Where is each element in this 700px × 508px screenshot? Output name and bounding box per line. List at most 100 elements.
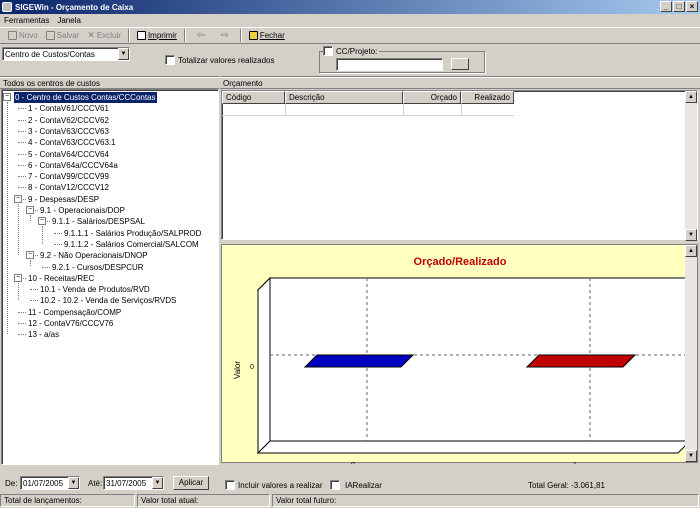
tree-item[interactable]: 10 - Receitas/REC [28,273,94,284]
next-button[interactable]: ⇨ [213,29,237,43]
scroll-down-icon[interactable]: ▼ [685,229,697,241]
col-header-budgeted[interactable]: Orçado [403,91,461,104]
ccproject-lookup-button[interactable] [451,58,469,70]
tree-item[interactable]: 4 - ContaV63/CCCV63.1 [28,137,116,148]
print-button[interactable]: Imprimir [133,29,181,43]
new-doc-icon [8,31,17,40]
previous-button[interactable]: ⇦ [189,29,213,43]
ccproject-option: CC/Projeto: [323,46,380,56]
budget-grid[interactable]: Código Descrição Orçado Realizado ▲ ▼ [221,90,698,241]
totalize-checkbox[interactable] [165,55,175,65]
tree-item[interactable]: 9 - Despesas/DESP [28,194,99,205]
toolbar: Novo Salvar ✕ Excluir Imprimir ⇦ ⇨ Fecha… [0,27,700,44]
tree-item[interactable]: 9.1 - Operacionais/DOP [40,205,125,216]
tree-connector [30,300,38,302]
apply-button[interactable]: Aplicar [173,476,209,490]
tree-connector [18,323,26,324]
collapse-icon[interactable]: − [26,206,34,214]
tree-connector [18,282,19,301]
collapse-icon[interactable]: − [26,251,34,260]
chevron-down-icon[interactable]: ▼ [152,477,163,489]
scroll-down-icon[interactable]: ▼ [685,450,697,462]
iarealizar-checkbox[interactable] [330,480,340,490]
totalize-option: Totalizar valores realizados [165,55,275,65]
tree-item[interactable]: 9.1.1.2 - Salários Comercial/SALCOM [64,239,199,250]
tree-connector [54,243,62,245]
from-label: De: [5,479,18,488]
tree-item[interactable]: 3 - ContaV63/CCCV63 [28,126,109,137]
tree-item[interactable]: 7 - ContaV99/CCCV99 [28,171,109,182]
tree-item[interactable]: 2 - ContaV62/CCCV62 [28,115,109,126]
tree-connector [18,176,26,178]
grid-vertical-scrollbar[interactable]: ▲ ▼ [685,91,697,241]
tree-connector [7,102,8,335]
tree-header: Todos os centros de custos [0,77,219,89]
scroll-up-icon[interactable]: ▲ [685,91,697,103]
to-date-picker[interactable]: 31/07/2005 ▼ [103,476,164,490]
iarealizar-option: IARealizar [330,480,382,490]
close-door-icon [248,31,258,40]
tree-item[interactable]: 12 - ContaV76/CCCV76 [28,318,113,329]
menu-ferramentas[interactable]: Ferramentas [0,16,53,25]
tree-item[interactable]: 5 - ContaV64/CCCV64 [28,149,109,160]
collapse-icon[interactable]: − [3,93,11,101]
col-header-code[interactable]: Código [222,91,285,104]
tree-connector [18,203,19,256]
tree-item[interactable]: 10.2 - 10.2 - Venda de Serviços/RVDS [40,295,176,306]
tree-item[interactable]: 1 - ContaV61/CCCV61 [28,103,109,114]
tree-item[interactable]: 9.1.1 - Salários/DESPSAL [52,216,145,227]
chevron-down-icon[interactable]: ▼ [68,477,79,489]
ccproject-input[interactable] [336,58,443,71]
close-button[interactable]: × [686,1,698,12]
title-bar: SIGEWin - Orçamento de Caixa _ □ × [0,0,700,14]
tree-connector [18,119,26,121]
delete-button[interactable]: ✕ Excluir [83,29,125,43]
tree-connector [18,108,26,110]
status-future-total: Valor total futuro: [272,494,699,507]
tree-connector [18,164,26,166]
cost-center-tree[interactable]: −0 - Centro de Custos Contas/CCContas 1 -… [2,90,218,463]
include-checkbox[interactable] [225,480,235,490]
grid-header: Orçamento [220,77,700,89]
ccproject-checkbox[interactable] [323,46,333,56]
chart-title: Orçado/Realizado [414,256,507,268]
view-select[interactable]: Centro de Custos/Contas ▼ [2,47,130,61]
tree-connector [18,187,26,189]
minimize-button[interactable]: _ [660,1,672,12]
tree-connector [30,215,31,222]
printer-icon [136,31,146,40]
status-current-total: Valor total atual: [137,494,270,507]
chevron-down-icon[interactable]: ▼ [118,48,129,60]
maximize-button[interactable]: □ [673,1,685,12]
collapse-icon[interactable]: − [14,273,22,282]
close-window-button[interactable]: Fechar [245,29,289,43]
tree-connector [18,130,26,132]
toolbar-separator [127,29,130,42]
col-header-description[interactable]: Descrição [285,91,403,104]
collapse-icon[interactable]: − [38,217,46,226]
save-button[interactable]: Salvar [42,29,84,43]
bar-1 [525,354,637,368]
table-row[interactable] [222,104,514,116]
menu-janela[interactable]: Janela [53,16,85,25]
tree-item[interactable]: 10.1 - Venda de Produtos/RVD [40,284,150,295]
tree-item[interactable]: 9.1.1.1 - Salários Produção/SALPROD [64,228,201,239]
tree-item[interactable]: 8 - ContaV12/CCCV12 [28,182,109,193]
grid-header-bar: Orçamento [220,76,700,90]
new-button[interactable]: Novo [4,29,42,43]
tree-connector [54,232,62,234]
chart-vertical-scrollbar[interactable]: ▲ ▼ [685,245,697,462]
scroll-up-icon[interactable]: ▲ [685,245,697,257]
tree-item[interactable]: 9.2.1 - Cursos/DESPCUR [52,262,144,273]
from-date-picker[interactable]: 01/07/2005 ▼ [20,476,80,490]
y-tick-label: 0 [250,364,254,371]
tree-item[interactable]: 11 - Compensação/COMP [28,307,121,318]
chart-floor [256,440,692,454]
collapse-icon[interactable]: − [14,194,22,203]
tree-connector [18,153,26,155]
tree-item[interactable]: 6 - ContaV64a/CCCV64a [28,160,118,171]
col-header-realized[interactable]: Realizado [461,91,514,104]
tree-item[interactable]: 0 - Centro de Custos Contas/CCContas [14,92,157,103]
tree-item[interactable]: 9.2 - Não Operacionais/DNOP [40,250,148,261]
tree-item[interactable]: 13 - a/as [28,329,59,340]
